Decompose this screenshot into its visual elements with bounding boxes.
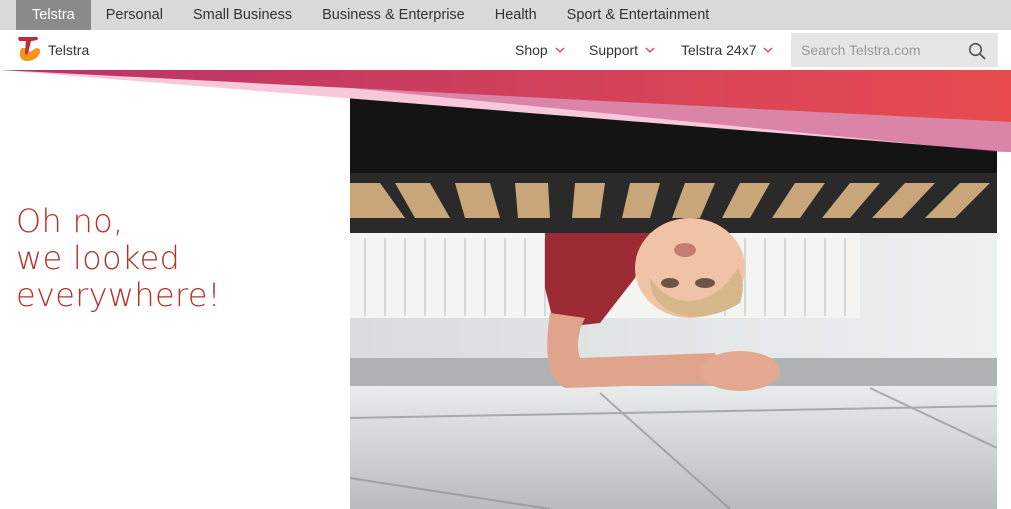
chevron-down-icon xyxy=(555,47,565,53)
nav-telstra-24x7-label: Telstra 24x7 xyxy=(681,42,757,58)
nav-shop-label: Shop xyxy=(515,42,548,58)
nav-support[interactable]: Support xyxy=(589,42,655,58)
top-nav: Telstra Personal Small Business Business… xyxy=(0,0,1011,30)
search-box xyxy=(791,33,998,67)
tab-sport-entertainment[interactable]: Sport & Entertainment xyxy=(552,0,725,30)
site-header: Telstra Shop Support Telstra 24x7 xyxy=(0,30,1011,70)
nav-shop[interactable]: Shop xyxy=(515,42,565,58)
chevron-down-icon xyxy=(645,47,655,53)
headline-line-2: we looked xyxy=(16,239,181,277)
nav-support-label: Support xyxy=(589,42,639,58)
tab-business-enterprise[interactable]: Business & Enterprise xyxy=(307,0,480,30)
tab-small-business[interactable]: Small Business xyxy=(178,0,307,30)
accent-band xyxy=(0,70,1011,152)
brand-name[interactable]: Telstra xyxy=(48,42,89,58)
headline-line-3: everywhere! xyxy=(16,276,221,314)
search-icon[interactable] xyxy=(968,42,986,60)
chevron-down-icon xyxy=(764,47,773,53)
search-input[interactable] xyxy=(801,42,966,58)
nav-telstra-24x7[interactable]: Telstra 24x7 xyxy=(681,42,773,58)
tab-personal[interactable]: Personal xyxy=(91,0,178,30)
headline-line-1: Oh no, xyxy=(16,202,124,240)
hero-headline: Oh no, we looked everywhere! xyxy=(16,203,336,314)
telstra-logo-icon[interactable] xyxy=(16,34,42,62)
tab-health[interactable]: Health xyxy=(480,0,552,30)
tab-telstra[interactable]: Telstra xyxy=(16,0,91,30)
